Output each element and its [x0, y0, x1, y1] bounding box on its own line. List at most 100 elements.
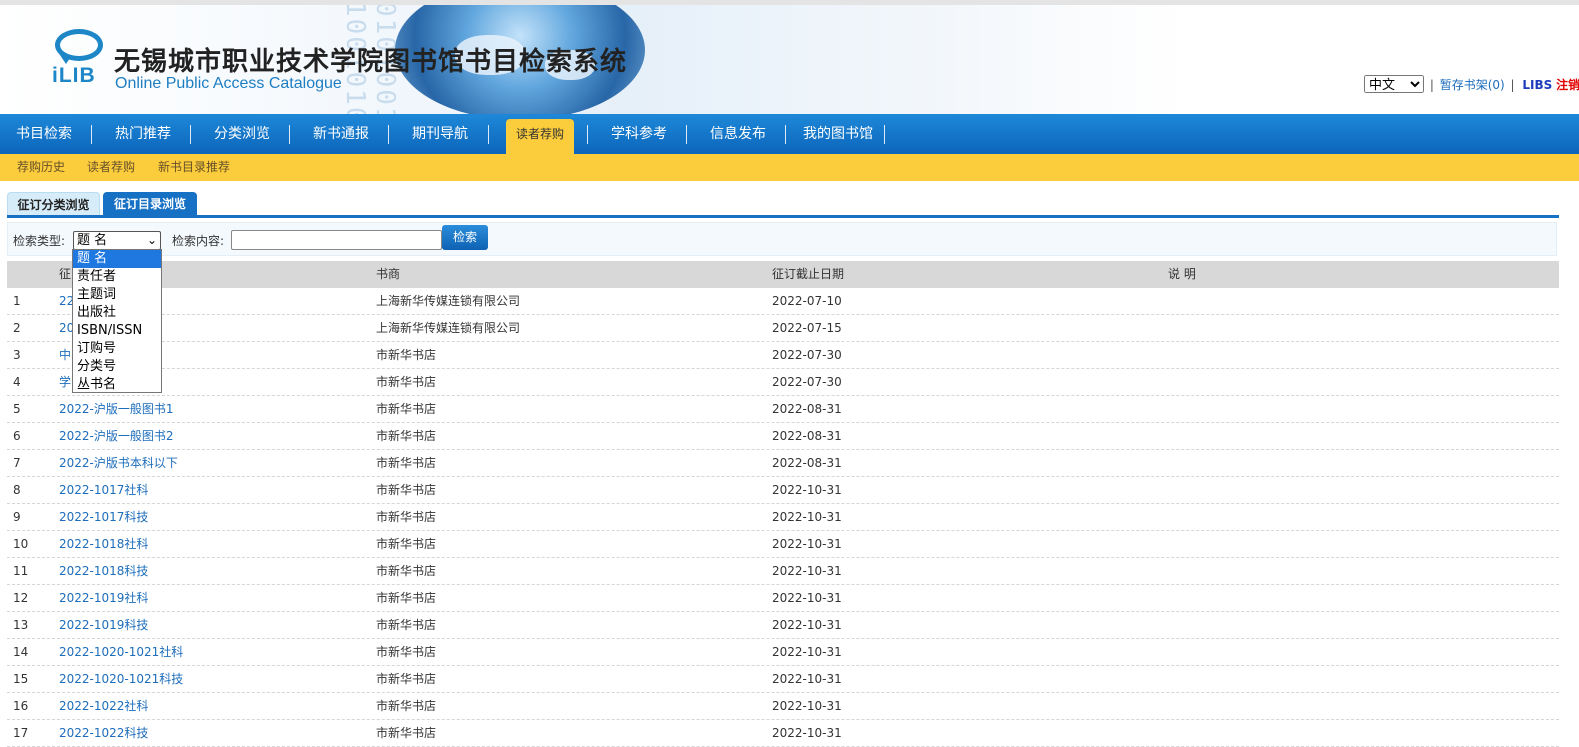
table-row: 8 2022-1017社科 市新华书店 2022-10-31	[7, 477, 1559, 504]
dropdown-option[interactable]: 分类号	[73, 358, 161, 376]
search-panel: 检索类型: 题 名 ⌄ 检索内容: 检索	[7, 222, 1557, 256]
row-deadline: 2022-10-31	[772, 510, 842, 524]
row-vendor: 市新华书店	[376, 564, 437, 578]
dropdown-option[interactable]: 题 名	[73, 250, 161, 268]
row-deadline: 2022-10-31	[772, 672, 842, 686]
row-number: 6	[13, 429, 21, 443]
subnav-item-history[interactable]: 荐购历史	[17, 154, 65, 181]
table-row: 14 2022-1020-1021社科 市新华书店 2022-10-31	[7, 639, 1559, 666]
search-button[interactable]: 检索	[442, 225, 488, 250]
row-deadline: 2022-08-31	[772, 456, 842, 470]
language-select[interactable]: 中文	[1364, 75, 1424, 93]
catalog-name-link[interactable]: 2022-1022科技	[59, 720, 148, 746]
logo-text: iLIB	[52, 64, 96, 87]
row-deadline: 2022-10-31	[772, 537, 842, 551]
libs-link[interactable]: LIBS	[1522, 78, 1552, 92]
catalog-name-link[interactable]: 2022-1020-1021科技	[59, 666, 183, 692]
search-type-dropdown[interactable]: 题 名 责任者 主题词 出版社 ISBN/ISSN 订购号 分类号 丛书名	[72, 249, 162, 393]
row-deadline: 2022-07-10	[772, 294, 842, 308]
table-row: 2 20 上海新华传媒连锁有限公司 2022-07-15	[7, 315, 1559, 342]
catalog-name-link[interactable]: 2022-沪版书本科以下	[59, 450, 178, 476]
catalog-name-link[interactable]: 2022-1017社科	[59, 477, 148, 503]
row-deadline: 2022-08-31	[772, 429, 842, 443]
nav-item-hot[interactable]: 热门推荐	[115, 114, 171, 154]
search-input[interactable]	[231, 230, 442, 250]
dropdown-option[interactable]: 出版社	[73, 304, 161, 322]
row-number: 7	[13, 456, 21, 470]
logout-link[interactable]: 注销	[1556, 78, 1579, 92]
dropdown-option[interactable]: 责任者	[73, 268, 161, 286]
row-number: 4	[13, 375, 21, 389]
catalog-name-link[interactable]: 2022-沪版一般图书1	[59, 396, 174, 422]
row-vendor: 市新华书店	[376, 510, 437, 524]
catalog-name-link[interactable]: 2022-1019社科	[59, 585, 148, 611]
row-vendor: 市新华书店	[376, 402, 437, 416]
row-vendor: 市新华书店	[376, 348, 437, 362]
nav-item-recommend[interactable]: 读者荐购	[506, 119, 574, 154]
header-note: 说 明	[1168, 267, 1196, 281]
table-header: 征 书商 征订截止日期 说 明	[7, 261, 1559, 288]
row-deadline: 2022-10-31	[772, 645, 842, 659]
catalog-name-link[interactable]: 2022-1022社科	[59, 693, 148, 719]
row-deadline: 2022-10-31	[772, 483, 842, 497]
shelf-link[interactable]: 暂存书架(0)	[1440, 78, 1505, 92]
nav-item-new-books[interactable]: 新书通报	[313, 114, 369, 154]
nav-item-news[interactable]: 信息发布	[710, 114, 766, 154]
dropdown-option[interactable]: 丛书名	[73, 376, 161, 394]
nav-item-classify[interactable]: 分类浏览	[214, 114, 270, 154]
table-row: 12 2022-1019社科 市新华书店 2022-10-31	[7, 585, 1559, 612]
row-number: 12	[13, 591, 29, 605]
row-vendor: 市新华书店	[376, 726, 437, 740]
nav-item-journals[interactable]: 期刊导航	[412, 114, 468, 154]
sub-nav: 荐购历史 读者荐购 新书目录推荐	[0, 154, 1579, 181]
table-row: 15 2022-1020-1021科技 市新华书店 2022-10-31	[7, 666, 1559, 693]
dropdown-option[interactable]: 主题词	[73, 286, 161, 304]
table-body: 1 22 上海新华传媒连锁有限公司 2022-07-10 2 20 上海新华传媒连锁有限公司…	[7, 288, 1559, 747]
table-row: 7 2022-沪版书本科以下 市新华书店 2022-08-31	[7, 450, 1559, 477]
row-vendor: 市新华书店	[376, 429, 437, 443]
nav-item-my-library[interactable]: 我的图书馆	[803, 114, 873, 154]
language-bar: 中文 | 暂存书架(0) | LIBS 注销	[1364, 75, 1579, 93]
row-number: 14	[13, 645, 29, 659]
dropdown-option[interactable]: 订购号	[73, 340, 161, 358]
catalog-name-link[interactable]: 中	[59, 342, 71, 368]
search-type-select[interactable]: 题 名 ⌄	[73, 231, 161, 250]
subnav-item-recommend[interactable]: 读者荐购	[87, 154, 135, 181]
ilib-logo: iLIB	[52, 29, 106, 91]
table-row: 1 22 上海新华传媒连锁有限公司 2022-07-10	[7, 288, 1559, 315]
catalog-name-link[interactable]: 2022-1018科技	[59, 558, 148, 584]
row-deadline: 2022-08-31	[772, 402, 842, 416]
row-number: 5	[13, 402, 21, 416]
row-deadline: 2022-07-15	[772, 321, 842, 335]
catalog-name-link[interactable]: 2022-1019科技	[59, 612, 148, 638]
row-number: 15	[13, 672, 29, 686]
catalog-name-link[interactable]: 2022-1020-1021社科	[59, 639, 183, 665]
dropdown-option[interactable]: ISBN/ISSN	[73, 322, 161, 340]
row-deadline: 2022-07-30	[772, 348, 842, 362]
main-nav: 书目检索 热门推荐 分类浏览 新书通报 期刊导航 读者荐购 学科参考 信息发布 …	[0, 114, 1579, 154]
search-content-label: 检索内容:	[172, 234, 225, 248]
header-banner: 0101001010 1001010100 iLIB 无锡城市职业技术学院图书馆…	[0, 5, 1579, 114]
table-row: 6 2022-沪版一般图书2 市新华书店 2022-08-31	[7, 423, 1559, 450]
row-vendor: 市新华书店	[376, 375, 437, 389]
row-deadline: 2022-10-31	[772, 699, 842, 713]
nav-item-subject[interactable]: 学科参考	[611, 114, 667, 154]
row-number: 10	[13, 537, 29, 551]
catalog-name-link[interactable]: 2022-1018社科	[59, 531, 148, 557]
subnav-item-new-catalog[interactable]: 新书目录推荐	[158, 154, 230, 181]
catalog-name-link[interactable]: 学	[59, 369, 71, 395]
nav-item-catalog-search[interactable]: 书目检索	[16, 114, 72, 154]
table-row: 10 2022-1018社科 市新华书店 2022-10-31	[7, 531, 1559, 558]
tab-catalog-browse[interactable]: 征订目录浏览	[103, 192, 197, 216]
row-vendor: 市新华书店	[376, 456, 437, 470]
catalog-name-link[interactable]: 2022-沪版一般图书2	[59, 423, 174, 449]
row-deadline: 2022-07-30	[772, 375, 842, 389]
tab-underline	[7, 215, 1559, 218]
row-number: 3	[13, 348, 21, 362]
row-deadline: 2022-10-31	[772, 726, 842, 740]
search-type-value: 题 名	[77, 233, 108, 248]
row-vendor: 市新华书店	[376, 591, 437, 605]
table-row: 9 2022-1017科技 市新华书店 2022-10-31	[7, 504, 1559, 531]
catalog-name-link[interactable]: 2022-1017科技	[59, 504, 148, 530]
tab-category-browse[interactable]: 征订分类浏览	[7, 192, 100, 216]
